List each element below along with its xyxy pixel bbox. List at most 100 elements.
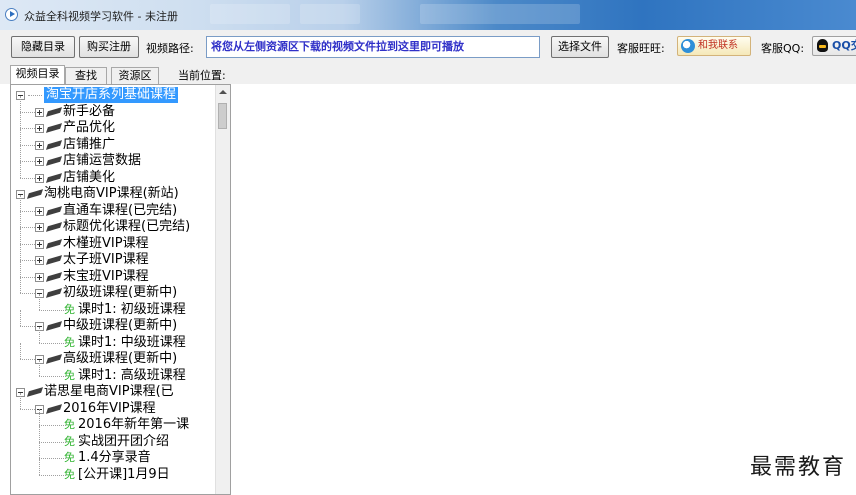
toolbar: 隐藏目录 购买注册 视频路径: 将您从左侧资源区下载的视频文件拉到这里即可播放 … <box>0 30 856 65</box>
expand-plus-icon[interactable] <box>35 272 44 282</box>
expand-plus-icon[interactable] <box>35 223 44 232</box>
book-icon <box>45 354 63 364</box>
expand-plus-icon[interactable] <box>35 140 44 150</box>
tree-leaf-item[interactable]: 免课时1: 中级班课程 <box>11 335 217 351</box>
app-play-icon <box>5 8 18 21</box>
watermark-text: 最需教育 <box>749 455 846 480</box>
catalog-tree[interactable]: 淘宝开店系列基础课程 新手必备 产品优化 店铺推广 店铺运营数据店铺美化 淘桃电商VIP课… <box>10 84 231 495</box>
free-tag-icon: 免 <box>64 335 75 349</box>
tree-item-label: 店铺运营数据 <box>63 153 142 168</box>
book-icon <box>45 238 63 249</box>
free-tag-icon: 免 <box>64 451 75 464</box>
tree-leaf-item[interactable]: 免 1.4分享录音 <box>11 450 217 466</box>
tree-item-label: 产品优化 <box>63 120 116 135</box>
tree-folder-item[interactable]: 末宝班VIP课程 <box>11 269 217 285</box>
tree-folder-item[interactable]: 高级班课程(更新中) <box>11 351 217 367</box>
blurred-region <box>300 4 360 24</box>
expand-plus-icon[interactable] <box>35 157 44 166</box>
tree-leaf-item[interactable]: 免 2016年新年第一课 <box>11 417 217 433</box>
tree-item-label: 木槿班VIP课程 <box>63 235 149 251</box>
hide-catalog-button[interactable]: 隐藏目录 <box>11 36 75 58</box>
tree-folder-item[interactable]: 店铺美化 <box>11 170 217 186</box>
expand-plus-icon[interactable] <box>35 239 44 249</box>
tree-leaf-item[interactable]: 免课时1: 初级班课程 <box>11 302 217 318</box>
tree-item-label: 标题优化课程(已完结) <box>63 219 191 234</box>
title-bar: 众益全科视频学习软件 - 未注册 <box>0 0 856 30</box>
tree-folder-item[interactable]: 直通车课程(已完结) <box>11 203 217 219</box>
scroll-thumb[interactable] <box>218 103 227 129</box>
tree-item-label: 课时1: 中级班课程 <box>78 334 186 350</box>
expand-plus-icon[interactable] <box>35 206 44 216</box>
tree-item-label: 店铺推广 <box>63 136 116 152</box>
tree-item-label: 2016年新年第一课 <box>78 417 190 432</box>
root-connector <box>28 95 42 96</box>
expand-plus-icon[interactable] <box>35 107 44 117</box>
tree-folder-item[interactable]: 店铺推广 <box>11 137 217 153</box>
tree-item-label: 新手必备 <box>63 103 116 119</box>
video-path-label: 视频路径: <box>146 42 194 55</box>
service-qq-label: 客服QQ: <box>761 42 805 55</box>
wangwang-icon <box>681 39 695 53</box>
tree-leaf-item[interactable]: 免 [公开课]1月9日 <box>11 467 217 483</box>
qq-chat-button[interactable]: QQ交谈 <box>812 36 856 56</box>
tab-strip: 视频目录 查找 资源区 当前位置: <box>0 64 856 84</box>
tree-item-label: 淘宝开店系列基础课程 <box>44 87 179 103</box>
tree-item-label: [公开课]1月9日 <box>78 466 170 482</box>
tree-folder-item[interactable]: 中级班课程(更新中) <box>11 318 217 334</box>
tree-item-label: 淘桃电商VIP课程(新站) <box>44 186 179 201</box>
tree-folder-item[interactable]: 淘宝开店系列基础课程 <box>11 87 217 103</box>
tree-leaf-item[interactable]: 免实战团开团介绍 <box>11 434 217 450</box>
free-tag-icon: 免 <box>64 434 75 448</box>
book-icon <box>45 403 63 414</box>
qq-penguin-icon <box>817 39 828 52</box>
tree-content: 淘宝开店系列基础课程 新手必备 产品优化 店铺推广 店铺运营数据店铺美化 淘桃电商VIP课… <box>11 85 217 494</box>
tree-folder-item[interactable]: 店铺运营数据 <box>11 153 217 169</box>
book-icon <box>26 387 44 397</box>
tree-folder-item[interactable]: 淘桃电商VIP课程(新站) <box>11 186 217 202</box>
tree-item-label: 2016年VIP课程 <box>63 400 156 416</box>
book-icon <box>45 106 63 117</box>
tree-scrollbar[interactable] <box>215 85 230 494</box>
tree-item-label: 中级班课程(更新中) <box>63 318 178 333</box>
book-icon <box>45 139 63 150</box>
contact-me-button[interactable]: 和我联系 <box>677 36 751 56</box>
blurred-region <box>420 4 580 24</box>
video-path-input[interactable]: 将您从左侧资源区下载的视频文件拉到这里即可播放 <box>206 36 540 58</box>
window-title: 众益全科视频学习软件 - 未注册 <box>24 10 178 23</box>
tree-folder-item[interactable]: 诺思星电商VIP课程(已 <box>11 384 217 400</box>
tab-video-catalog[interactable]: 视频目录 <box>10 65 65 84</box>
tree-item-label: 课时1: 初级班课程 <box>78 301 186 317</box>
buy-register-button[interactable]: 购买注册 <box>79 36 139 58</box>
scroll-up-arrow-icon[interactable] <box>219 90 227 94</box>
qq-chat-label: QQ交谈 <box>832 39 856 52</box>
book-icon <box>45 222 63 232</box>
tree-item-label: 诺思星电商VIP课程(已 <box>44 384 174 399</box>
expand-plus-icon[interactable] <box>35 256 44 265</box>
tree-folder-item[interactable]: 木槿班VIP课程 <box>11 236 217 252</box>
book-icon <box>45 156 63 166</box>
tree-item-label: 高级班课程(更新中) <box>63 351 178 366</box>
expand-plus-icon[interactable] <box>35 124 44 133</box>
book-icon <box>45 321 63 331</box>
tree-folder-item[interactable]: 标题优化课程(已完结) <box>11 219 217 235</box>
service-wangwang-label: 客服旺旺: <box>617 42 665 55</box>
contact-me-label: 和我联系 <box>698 40 738 51</box>
tree-folder-item[interactable]: 产品优化 <box>11 120 217 136</box>
tree-leaf-item[interactable]: 免课时1: 高级班课程 <box>11 368 217 384</box>
tree-folder-item[interactable]: 太子班VIP课程 <box>11 252 217 268</box>
tree-folder-item[interactable]: 初级班课程(更新中) <box>11 285 217 301</box>
expand-plus-icon[interactable] <box>35 173 44 183</box>
tab-search[interactable]: 查找 <box>65 67 107 84</box>
tree-folder-item[interactable]: 2016年VIP课程 <box>11 401 217 417</box>
tree-item-label: 实战团开团介绍 <box>78 433 170 449</box>
book-icon <box>45 172 63 183</box>
choose-file-button[interactable]: 选择文件 <box>551 36 609 58</box>
book-icon <box>45 255 63 265</box>
book-icon <box>45 271 63 282</box>
tab-resources[interactable]: 资源区 <box>111 67 159 84</box>
current-position-label: 当前位置: <box>178 69 226 82</box>
book-icon <box>45 288 63 298</box>
blurred-region <box>210 4 290 24</box>
tree-folder-item[interactable]: 新手必备 <box>11 104 217 120</box>
free-tag-icon: 免 <box>64 302 75 316</box>
